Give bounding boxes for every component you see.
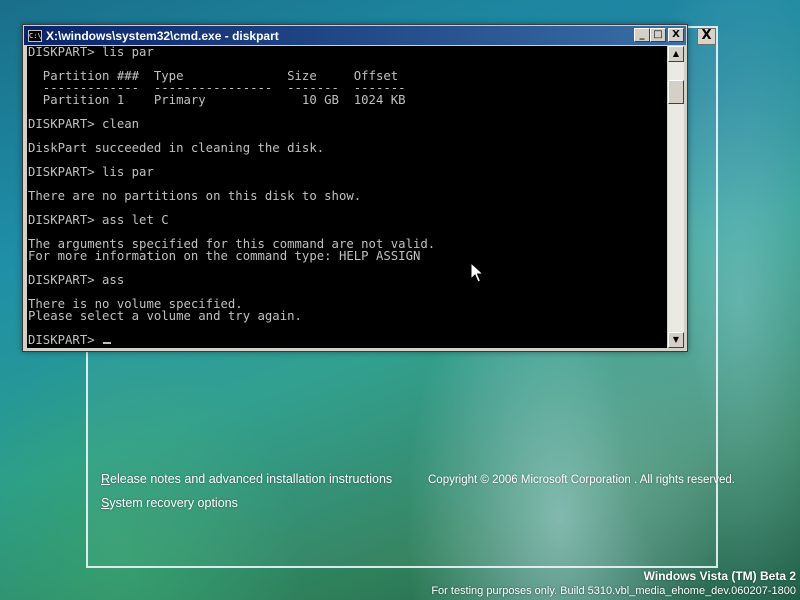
watermark-build: For testing purposes only. Build 5310.vb… (431, 585, 796, 597)
release-notes-link-text: elease notes and advanced installation i… (110, 472, 393, 486)
vertical-scrollbar[interactable]: ▲ ▼ (668, 46, 684, 348)
scroll-thumb[interactable] (668, 80, 684, 104)
setup-close-button[interactable]: X (697, 28, 716, 45)
maximize-button[interactable]: □ (650, 28, 666, 42)
scroll-up-button[interactable]: ▲ (668, 46, 684, 62)
minimize-button[interactable]: _ (634, 28, 650, 42)
cmd-window: C:\ X:\windows\system32\cmd.exe - diskpa… (22, 24, 688, 352)
build-watermark: Windows Vista (TM) Beta 2 For testing pu… (431, 569, 796, 598)
close-button[interactable]: X (668, 28, 684, 42)
watermark-title: Windows Vista (TM) Beta 2 (643, 569, 796, 583)
scroll-down-button[interactable]: ▼ (668, 332, 684, 348)
system-recovery-link-text: ystem recovery options (109, 496, 238, 510)
cmd-icon[interactable]: C:\ (28, 29, 42, 42)
console-text: DISKPART> lis par Partition ### Type Siz… (28, 46, 436, 347)
cmd-titlebar[interactable]: C:\ X:\windows\system32\cmd.exe - diskpa… (24, 26, 686, 45)
mouse-pointer-icon (470, 262, 484, 283)
cmd-window-controls: _ □ X (634, 28, 684, 42)
copyright-text: Copyright © 2006 Microsoft Corporation .… (428, 474, 735, 486)
text-cursor (103, 342, 112, 344)
release-notes-link[interactable]: Release notes and advanced installation … (101, 472, 392, 486)
console-text-container: DISKPART> lis par Partition ### Type Siz… (27, 46, 667, 346)
release-notes-link-accesskey: R (101, 472, 111, 486)
console-output[interactable]: DISKPART> lis par Partition ### Type Siz… (27, 46, 667, 348)
cmd-window-title: X:\windows\system32\cmd.exe - diskpart (46, 28, 279, 43)
system-recovery-link[interactable]: System recovery options (101, 496, 238, 510)
